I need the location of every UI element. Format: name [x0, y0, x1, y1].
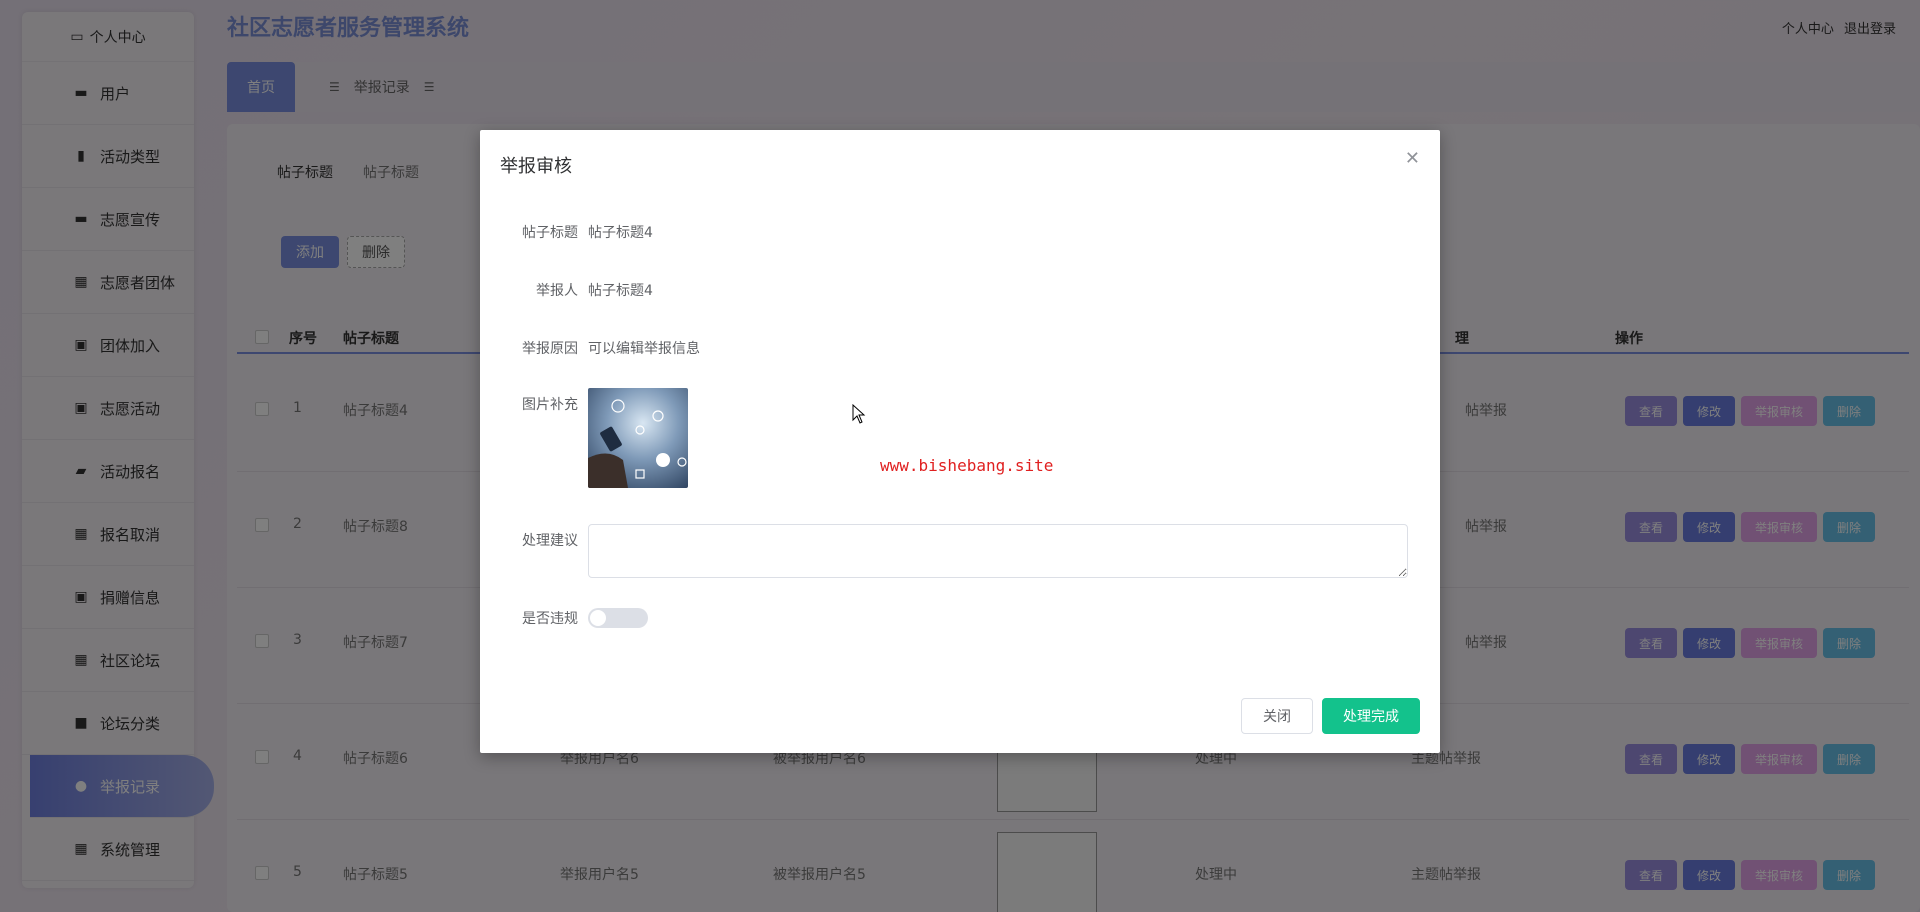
report-image[interactable] — [588, 388, 688, 488]
field-suggestion: 处理建议 — [480, 524, 1440, 578]
post-title-label: 帖子标题 — [522, 225, 578, 241]
mouse-cursor-icon — [852, 404, 866, 424]
post-title-value: 帖子标题4 — [588, 225, 653, 241]
report-audit-dialog: 举报审核 ✕ 帖子标题 帖子标题4 举报人 帖子标题4 举报原因 可以编辑举报信… — [480, 130, 1440, 753]
violation-label: 是否违规 — [522, 611, 578, 627]
field-reason: 举报原因 可以编辑举报信息 — [480, 338, 1440, 358]
watermark-text: www.bishebang.site — [880, 456, 1054, 475]
close-icon[interactable]: ✕ — [1405, 148, 1420, 169]
done-button[interactable]: 处理完成 — [1322, 698, 1420, 734]
field-reporter: 举报人 帖子标题4 — [480, 280, 1440, 300]
field-violation: 是否违规 — [480, 608, 1440, 628]
suggestion-label: 处理建议 — [522, 533, 578, 549]
reason-value: 可以编辑举报信息 — [588, 341, 700, 357]
field-post-title: 帖子标题 帖子标题4 — [480, 222, 1440, 242]
reporter-label: 举报人 — [536, 283, 578, 299]
image-label: 图片补充 — [522, 397, 578, 413]
reason-label: 举报原因 — [522, 341, 578, 357]
reporter-value: 帖子标题4 — [588, 283, 653, 299]
close-button[interactable]: 关闭 — [1241, 698, 1313, 734]
violation-toggle[interactable] — [588, 608, 648, 628]
dialog-title: 举报审核 — [500, 156, 572, 177]
suggestion-textarea[interactable] — [588, 524, 1408, 578]
